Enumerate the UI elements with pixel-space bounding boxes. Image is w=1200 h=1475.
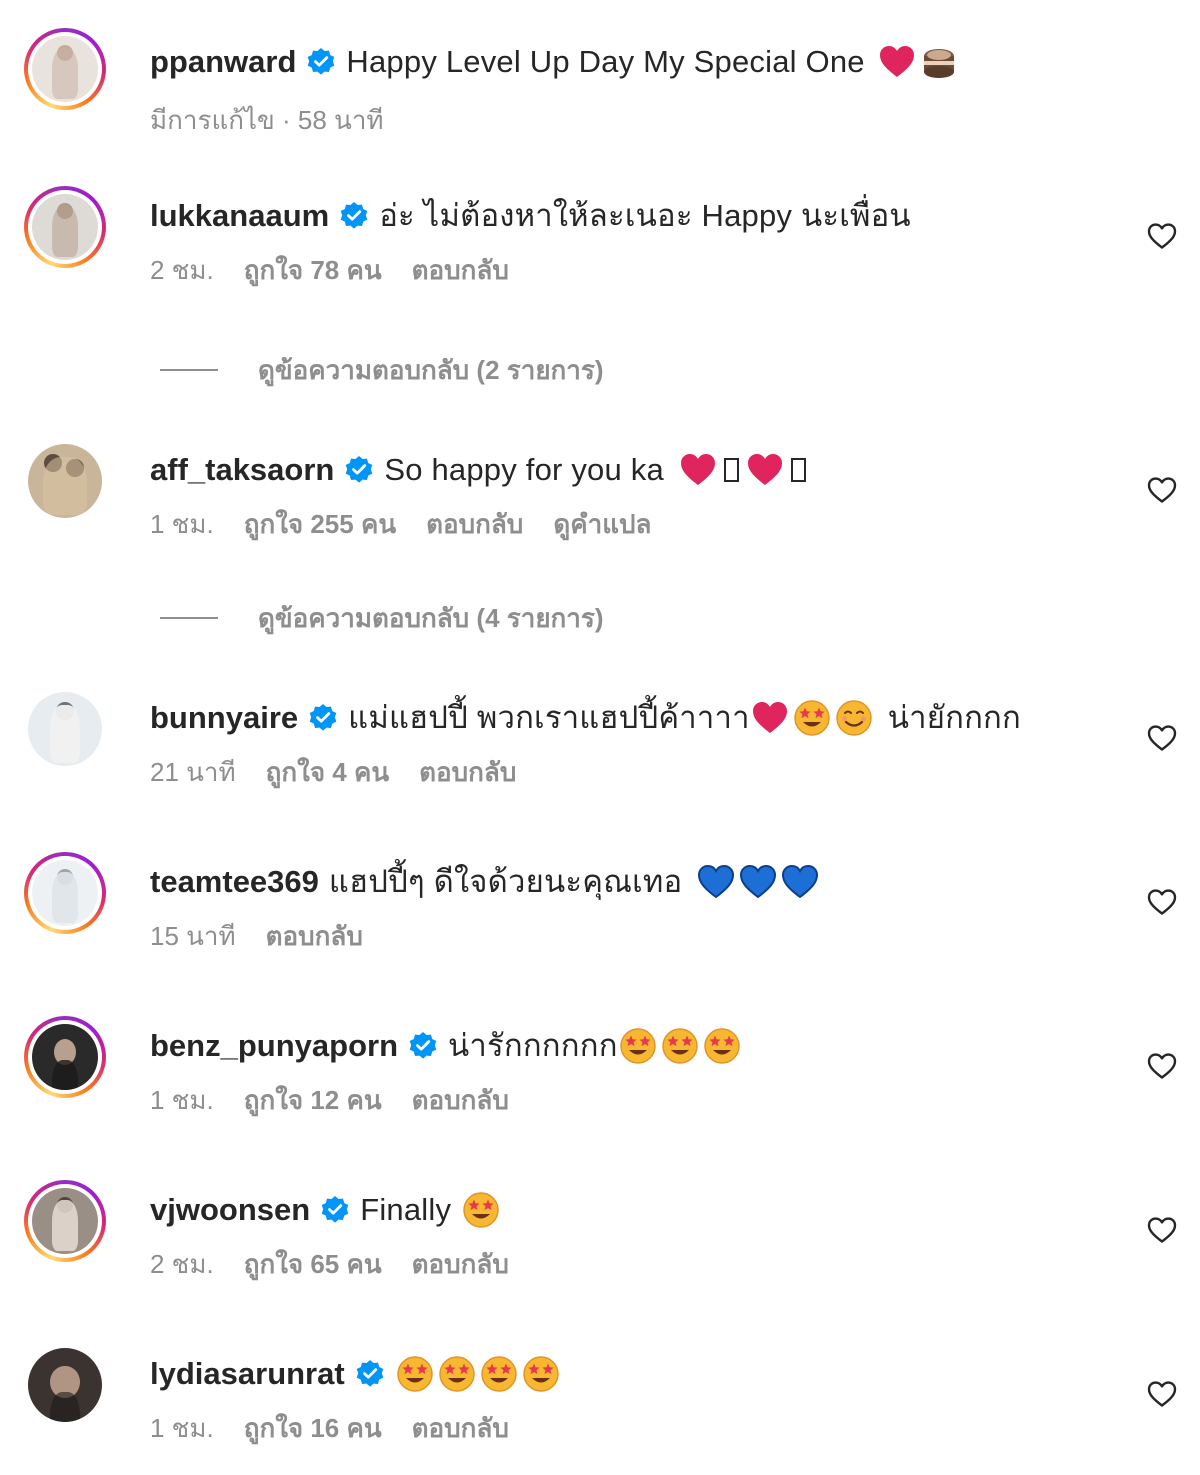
- comment-item: lydiasarunrat 1 ชม. ถูกใจ 16 คน ตอบกลับ: [0, 1344, 1200, 1474]
- translate-button[interactable]: ดูคำแปล: [553, 504, 651, 545]
- comment-time[interactable]: 15 นาที: [150, 916, 236, 957]
- avatar[interactable]: [24, 186, 106, 268]
- like-count[interactable]: ถูกใจ 4 คน: [266, 752, 390, 793]
- like-heart-icon[interactable]: [1146, 1378, 1178, 1410]
- blue-heart-emoji: [696, 862, 736, 902]
- comment-item: benz_punyaporn น่ารักกกกกก 1 ชม. ถูกใจ 1…: [0, 1016, 1200, 1146]
- comment-text-suffix: น่ายักกกก: [887, 700, 1021, 735]
- red-heart-emoji: [745, 450, 785, 490]
- verified-badge-icon: [408, 1031, 438, 1061]
- like-heart-icon[interactable]: [1146, 474, 1178, 506]
- like-heart-icon[interactable]: [1146, 886, 1178, 918]
- like-heart-icon[interactable]: [1146, 1214, 1178, 1246]
- comment-text: แม่แฮปปี้ พวกเราแฮปปี้ค้าาาา: [348, 700, 750, 735]
- username[interactable]: aff_taksaorn: [150, 450, 334, 490]
- red-heart-emoji: [750, 698, 790, 738]
- star-eyes-emoji: [660, 1026, 700, 1066]
- divider: [160, 369, 218, 371]
- like-count[interactable]: ถูกใจ 255 คน: [244, 504, 396, 545]
- verified-badge-icon: [344, 455, 374, 485]
- avatar[interactable]: [24, 1344, 106, 1426]
- star-eyes-emoji: [395, 1354, 435, 1394]
- comment-time[interactable]: 21 นาที: [150, 752, 236, 793]
- view-replies-label: ดูข้อความตอบกลับ (2 รายการ): [258, 354, 604, 385]
- star-eyes-emoji: [461, 1190, 501, 1230]
- divider: [160, 617, 218, 619]
- verified-badge-icon: [355, 1359, 385, 1389]
- avatar[interactable]: [24, 688, 106, 770]
- view-replies-label: ดูข้อความตอบกลับ (4 รายการ): [258, 602, 604, 633]
- verified-badge-icon: [320, 1195, 350, 1225]
- star-eyes-emoji: [521, 1354, 561, 1394]
- comments-page: { "colors": { "text": "#262626", "muted"…: [0, 0, 1200, 1475]
- avatar[interactable]: [24, 852, 106, 934]
- view-replies-button[interactable]: ดูข้อความตอบกลับ (2 รายการ): [160, 350, 604, 390]
- comment-text: อ่ะ ไม่ต้องหาให้ละเนอะ Happy นะเพื่อน: [379, 198, 911, 233]
- reply-button[interactable]: ตอบกลับ: [412, 250, 509, 291]
- avatar[interactable]: [24, 440, 106, 522]
- verified-badge-icon: [308, 703, 338, 733]
- reply-button[interactable]: ตอบกลับ: [412, 1080, 509, 1121]
- comment-item: vjwoonsen Finally 2 ชม. ถูกใจ 65 คน ตอบก…: [0, 1180, 1200, 1310]
- comment-item: bunnyaire แม่แฮปปี้ พวกเราแฮปปี้ค้าาาา น…: [0, 688, 1200, 818]
- star-eyes-emoji: [479, 1354, 519, 1394]
- blue-heart-emoji: [780, 862, 820, 902]
- red-heart-emoji: [678, 450, 718, 490]
- comment-time[interactable]: 2 ชม.: [150, 250, 214, 291]
- like-count[interactable]: ถูกใจ 78 คน: [244, 250, 382, 291]
- verified-badge-icon: [339, 201, 369, 231]
- cake-emoji: [919, 42, 959, 82]
- username[interactable]: ppanward: [150, 42, 296, 82]
- star-eyes-emoji: [437, 1354, 477, 1394]
- missing-glyph-icon: [790, 458, 806, 482]
- comment-item: teamtee369 แฮปปี้ๆ ดีใจด้วยนะคุณเทอ 15 น…: [0, 852, 1200, 982]
- avatar[interactable]: [24, 28, 106, 110]
- caption-comment: ppanward Happy Level Up Day My Special O…: [0, 28, 1200, 158]
- reply-button[interactable]: ตอบกลับ: [419, 752, 516, 793]
- username[interactable]: bunnyaire: [150, 698, 298, 738]
- comment-time[interactable]: 1 ชม.: [150, 504, 214, 545]
- username[interactable]: teamtee369: [150, 862, 319, 902]
- comment-text: Finally: [360, 1192, 452, 1227]
- like-heart-icon[interactable]: [1146, 722, 1178, 754]
- comment-text: So happy for you ka: [384, 452, 664, 487]
- caption-meta: มีการแก้ไข · 58 นาที: [150, 105, 384, 135]
- comment-time[interactable]: 1 ชม.: [150, 1408, 214, 1449]
- avatar[interactable]: [24, 1180, 106, 1262]
- like-heart-icon[interactable]: [1146, 1050, 1178, 1082]
- like-count[interactable]: ถูกใจ 12 คน: [244, 1080, 382, 1121]
- like-count[interactable]: ถูกใจ 16 คน: [244, 1408, 382, 1449]
- comment-time[interactable]: 1 ชม.: [150, 1080, 214, 1121]
- star-eyes-emoji: [792, 698, 832, 738]
- comment-item: aff_taksaorn So happy for you ka 1 ชม. ถ…: [0, 440, 1200, 570]
- username[interactable]: lukkanaaum: [150, 196, 329, 236]
- smiling-emoji: [834, 698, 874, 738]
- like-heart-icon[interactable]: [1146, 220, 1178, 252]
- reply-button[interactable]: ตอบกลับ: [412, 1408, 509, 1449]
- star-eyes-emoji: [702, 1026, 742, 1066]
- red-heart-emoji: [877, 42, 917, 82]
- reply-button[interactable]: ตอบกลับ: [426, 504, 523, 545]
- reply-button[interactable]: ตอบกลับ: [412, 1244, 509, 1285]
- verified-badge-icon: [306, 47, 336, 77]
- comment-time[interactable]: 2 ชม.: [150, 1244, 214, 1285]
- star-eyes-emoji: [618, 1026, 658, 1066]
- blue-heart-emoji: [738, 862, 778, 902]
- caption-text: Happy Level Up Day My Special One: [346, 44, 865, 79]
- username[interactable]: benz_punyaporn: [150, 1026, 398, 1066]
- avatar[interactable]: [24, 1016, 106, 1098]
- missing-glyph-icon: [723, 458, 739, 482]
- reply-button[interactable]: ตอบกลับ: [266, 916, 363, 957]
- comment-text: น่ารักกกกกก: [448, 1028, 618, 1063]
- like-count[interactable]: ถูกใจ 65 คน: [244, 1244, 382, 1285]
- view-replies-button[interactable]: ดูข้อความตอบกลับ (4 รายการ): [160, 598, 604, 638]
- username[interactable]: lydiasarunrat: [150, 1354, 345, 1394]
- username[interactable]: vjwoonsen: [150, 1190, 310, 1230]
- comment-item: lukkanaaum อ่ะ ไม่ต้องหาให้ละเนอะ Happy …: [0, 186, 1200, 316]
- comment-text: แฮปปี้ๆ ดีใจด้วยนะคุณเทอ: [328, 864, 683, 899]
